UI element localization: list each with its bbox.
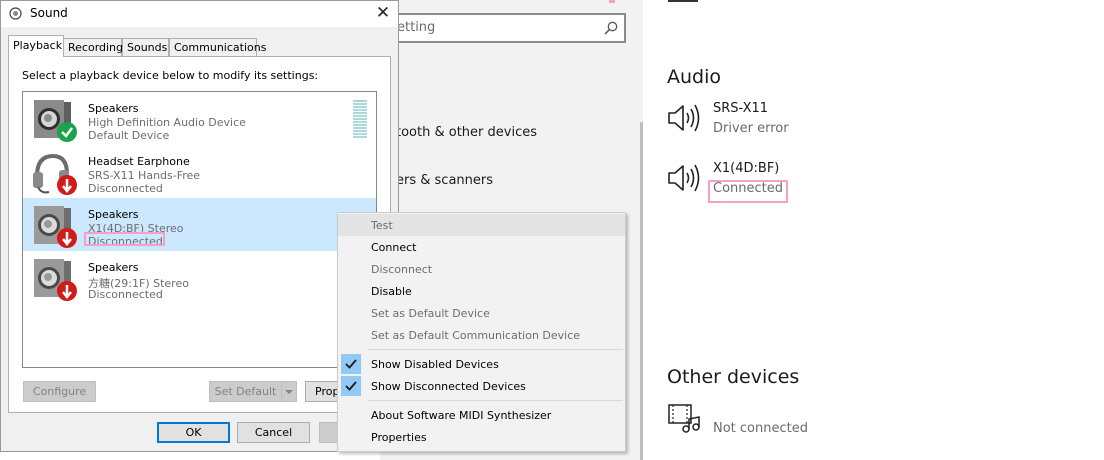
tab-playback[interactable]: Playback (8, 35, 64, 57)
speaker-disconnected-icon (34, 206, 77, 248)
instruction-text: Select a playback device below to modify… (22, 69, 319, 82)
audio-device-name[interactable]: SRS-X11 (713, 101, 768, 116)
checkmark-icon (341, 354, 361, 374)
search-placeholder: etting (397, 20, 436, 35)
menu-item-about-midi[interactable]: About Software MIDI Synthesizer (338, 404, 625, 426)
list-item-selected[interactable]: Speakers X1(4D:BF) Stereo Disconnected (23, 198, 376, 251)
tab-communications[interactable]: Communications (169, 38, 266, 56)
nav-printers-scanners[interactable]: ers & scanners (396, 173, 493, 188)
set-default-button[interactable]: Set Default (209, 381, 282, 402)
device-context-menu: Test Connect Disconnect Disable Set as D… (337, 212, 626, 452)
dialog-title: Sound (30, 6, 68, 20)
speaker-default-icon (34, 100, 77, 142)
checkmark-icon (341, 376, 361, 396)
speaker-disconnected-icon (34, 259, 77, 301)
list-item[interactable]: Headset Earphone SRS-X11 Hands-Free Disc… (23, 145, 376, 198)
highlight-annotation-box (708, 180, 788, 203)
menu-item-test[interactable]: Test (338, 214, 625, 236)
menu-separator (368, 400, 623, 401)
other-devices-heading: Other devices (667, 366, 800, 388)
device-name: Speakers (88, 102, 139, 115)
menu-item-label: Show Disconnected Devices (371, 380, 526, 393)
audio-device-status: Driver error (713, 121, 789, 136)
list-item[interactable]: Speakers High Definition Audio Device De… (23, 92, 376, 145)
chevron-down-icon (285, 390, 293, 394)
device-status: Default Device (88, 129, 170, 142)
audio-device-name[interactable]: X1(4D:BF) (713, 161, 779, 176)
headset-disconnected-icon (33, 153, 77, 195)
menu-item-label: Set as Default Device (371, 307, 490, 320)
audio-heading: Audio (667, 66, 722, 88)
device-status: Disconnected (88, 288, 163, 301)
close-button[interactable]: ✕ (369, 2, 397, 24)
other-device-status: Not connected (713, 421, 808, 436)
menu-item-label: About Software MIDI Synthesizer (371, 409, 552, 422)
menu-item-label: Show Disabled Devices (371, 358, 499, 371)
device-name: Speakers (88, 208, 139, 221)
list-item[interactable]: Speakers 方糖(29:1F) Stereo Disconnected (23, 251, 376, 304)
speaker-icon[interactable] (666, 102, 702, 134)
device-name: Headset Earphone (88, 155, 190, 168)
nav-bluetooth-devices[interactable]: tooth & other devices (396, 125, 537, 140)
accent-mark (609, 0, 615, 3)
highlight-annotation-box (84, 232, 165, 246)
menu-item-set-default-communication[interactable]: Set as Default Communication Device (338, 324, 625, 346)
menu-item-show-disabled[interactable]: Show Disabled Devices (338, 353, 625, 375)
volume-level-meter (353, 100, 367, 138)
media-device-icon[interactable] (666, 403, 702, 435)
menu-item-label: Set as Default Communication Device (371, 329, 581, 342)
device-status: Disconnected (88, 182, 163, 195)
dialog-titlebar[interactable]: Sound ✕ (1, 1, 398, 27)
menu-icon-fragment (668, 0, 698, 2)
sound-app-icon (9, 7, 22, 20)
menu-item-label: Connect (371, 241, 417, 254)
menu-item-label: Properties (371, 431, 427, 444)
close-icon: ✕ (375, 3, 391, 23)
menu-item-show-disconnected[interactable]: Show Disconnected Devices (338, 375, 625, 397)
menu-item-set-default-device[interactable]: Set as Default Device (338, 302, 625, 324)
configure-button[interactable]: Configure (23, 381, 96, 402)
playback-device-list[interactable]: Speakers High Definition Audio Device De… (22, 91, 377, 368)
tab-sounds[interactable]: Sounds (122, 38, 169, 56)
menu-item-label: Test (371, 219, 393, 232)
menu-separator (368, 349, 623, 350)
search-icon (604, 21, 618, 35)
menu-item-connect[interactable]: Connect (338, 236, 625, 258)
menu-item-label: Disconnect (371, 263, 433, 276)
speaker-icon[interactable] (666, 162, 702, 194)
cancel-button[interactable]: Cancel (237, 422, 310, 443)
ok-button[interactable]: OK (157, 422, 230, 443)
tab-recording[interactable]: Recording (63, 38, 123, 56)
menu-item-disable[interactable]: Disable (338, 280, 625, 302)
set-default-dropdown[interactable] (281, 381, 297, 402)
settings-search-box[interactable]: etting (380, 13, 626, 43)
device-name: Speakers (88, 261, 139, 274)
menu-item-properties[interactable]: Properties (338, 426, 625, 448)
menu-item-label: Disable (371, 285, 412, 298)
menu-item-disconnect[interactable]: Disconnect (338, 258, 625, 280)
device-detail: High Definition Audio Device (88, 116, 246, 129)
device-detail: SRS-X11 Hands-Free (88, 169, 201, 182)
